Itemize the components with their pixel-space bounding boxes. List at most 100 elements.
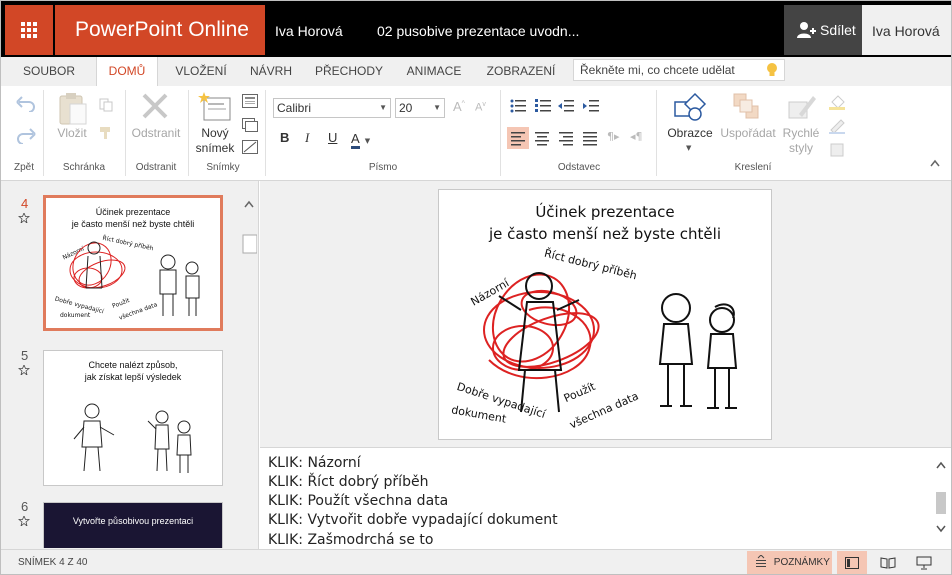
layout-icon[interactable]	[242, 94, 258, 108]
underline-button[interactable]: U	[328, 130, 337, 145]
waffle-icon	[21, 22, 37, 38]
ribbon-separator	[125, 90, 126, 176]
title-bar: PowerPoint Online Iva Horová 02 pusobive…	[1, 1, 951, 57]
grow-font-icon[interactable]: A^	[453, 99, 465, 114]
tab-prechody[interactable]: PŘECHODY	[307, 57, 391, 86]
align-left-button[interactable]	[507, 127, 529, 149]
bullets-icon[interactable]	[510, 99, 526, 113]
delete-label[interactable]: Odstranit	[129, 126, 183, 141]
chevron-down-icon[interactable]: ▼	[686, 144, 691, 152]
notes-label: POZNÁMKY	[773, 557, 830, 568]
note-line: KLIK: Zašmodrchá se to	[268, 532, 434, 548]
note-line: KLIK: Názorní	[268, 455, 361, 471]
ribbon-separator	[43, 90, 44, 176]
numbering-icon[interactable]	[535, 99, 551, 113]
group-label-drawing: Kreslení	[734, 162, 772, 173]
tab-animace[interactable]: ANIMACE	[397, 57, 471, 86]
document-title[interactable]: 02 pusobive prezentace uvodn...	[377, 1, 579, 57]
thumbnail-number: 6	[21, 499, 29, 514]
paste-label[interactable]: Vložit	[51, 126, 93, 141]
reading-view-button[interactable]	[873, 551, 903, 574]
slideshow-button[interactable]	[909, 551, 939, 574]
copy-icon[interactable]	[99, 98, 113, 112]
quick-styles-icon[interactable]	[787, 92, 817, 122]
decrease-indent-icon[interactable]	[558, 99, 574, 113]
tab-soubor[interactable]: SOUBOR	[11, 57, 87, 86]
font-size-combo[interactable]: 20 ▼	[395, 98, 445, 118]
group-label-undo: Zpět	[13, 162, 34, 173]
notes-scrollbar[interactable]	[934, 458, 948, 548]
align-center-icon[interactable]	[535, 132, 549, 146]
thumbnail-scrollbar[interactable]	[241, 193, 258, 547]
align-right-icon[interactable]	[559, 132, 573, 146]
redo-icon[interactable]	[16, 128, 36, 144]
thumbnail-number: 4	[21, 196, 29, 211]
collapse-ribbon-icon[interactable]	[929, 158, 941, 168]
tab-navrh[interactable]: NÁVRH	[241, 57, 301, 86]
paste-icon[interactable]	[58, 92, 88, 126]
ribbon-home: Zpět Vložit Schránka Odstranit Odstranit	[1, 86, 951, 181]
note-line: KLIK: Použít všechna data	[268, 493, 449, 509]
tab-vlozeni[interactable]: VLOŽENÍ	[164, 57, 238, 86]
shapes-icon[interactable]	[673, 92, 707, 122]
increase-indent-icon[interactable]	[583, 99, 599, 113]
font-name-value: Calibri	[277, 101, 312, 115]
shapes-label[interactable]: Obrazce	[665, 126, 715, 141]
share-button[interactable]: Sdílet	[784, 5, 862, 55]
scrollbar-track	[242, 200, 258, 254]
slide-thumbnail-4[interactable]: Účinek prezentace je často menší než bys…	[43, 195, 223, 331]
font-color-button[interactable]: A ▼	[351, 128, 375, 149]
new-slide-label-1[interactable]: Nový	[195, 126, 235, 141]
animation-star-icon	[18, 213, 30, 223]
format-painter-icon[interactable]	[99, 126, 113, 140]
hide-slide-icon[interactable]	[242, 140, 258, 154]
delete-icon[interactable]	[141, 92, 169, 120]
notes-toggle-button[interactable]: POZNÁMKY	[747, 551, 832, 574]
new-slide-label-2[interactable]: snímek	[191, 141, 239, 156]
quick-styles-label-2[interactable]: styly	[777, 141, 825, 156]
rtl-icon[interactable]: ◂¶	[630, 130, 643, 143]
slideshow-icon	[916, 556, 932, 570]
share-label: Sdílet	[820, 22, 856, 38]
shrink-font-icon[interactable]: Av	[475, 101, 486, 114]
lightbulb-icon	[767, 63, 777, 76]
shape-outline-icon[interactable]	[829, 118, 851, 134]
font-name-combo[interactable]: Calibri ▼	[273, 98, 391, 118]
duplicate-slide-icon[interactable]	[242, 118, 258, 132]
app-launcher-button[interactable]	[5, 5, 53, 55]
undo-icon[interactable]	[16, 96, 36, 112]
align-left-icon	[511, 132, 525, 146]
quick-styles-label-1[interactable]: Rychlé	[777, 126, 825, 141]
justify-icon[interactable]	[583, 132, 597, 146]
group-label-delete: Odstranit	[135, 162, 177, 173]
slide-thumbnail-5[interactable]: Chcete nalézt způsob, jak získat lepší v…	[43, 350, 223, 486]
ltr-icon[interactable]: ¶▸	[607, 130, 620, 143]
ribbon-separator	[265, 90, 266, 176]
italic-button[interactable]: I	[305, 130, 309, 146]
current-slide[interactable]: Účinek prezentace je často menší než bys…	[438, 189, 772, 440]
normal-view-button[interactable]	[837, 551, 867, 574]
shape-effects-icon[interactable]	[829, 142, 851, 158]
tab-domu[interactable]: DOMŮ	[96, 57, 158, 86]
group-label-slides: Snímky	[206, 162, 240, 173]
speaker-notes[interactable]: KLIK: Názorní KLIK: Říct dobrý příběh KL…	[260, 447, 951, 549]
tab-zobrazeni[interactable]: ZOBRAZENÍ	[479, 57, 563, 86]
thumb-title-line-1: Vytvořte působivou prezentaci	[72, 516, 194, 526]
bold-button[interactable]: B	[280, 130, 289, 145]
chevron-down-icon: ▼	[364, 137, 371, 145]
arrange-icon[interactable]	[732, 92, 762, 122]
normal-view-icon	[845, 557, 859, 569]
slide-thumbnail-6[interactable]: Vytvořte působivou prezentaci	[43, 502, 223, 548]
animation-star-icon	[18, 516, 30, 526]
new-slide-icon[interactable]	[198, 92, 232, 122]
tell-me-search[interactable]: Řekněte mi, co chcete udělat	[573, 59, 785, 81]
thumb-illustration	[73, 403, 192, 473]
animation-star-icon	[18, 365, 30, 375]
slide-counter: SNÍMEK 4 Z 40	[18, 557, 88, 568]
shape-fill-icon[interactable]	[829, 94, 851, 110]
reading-view-icon	[880, 557, 896, 569]
group-label-paragraph: Odstavec	[557, 162, 601, 173]
arrange-label[interactable]: Uspořádat	[717, 126, 779, 141]
account-button[interactable]: Iva Horová	[862, 5, 951, 55]
app-name[interactable]: PowerPoint Online	[55, 5, 265, 55]
